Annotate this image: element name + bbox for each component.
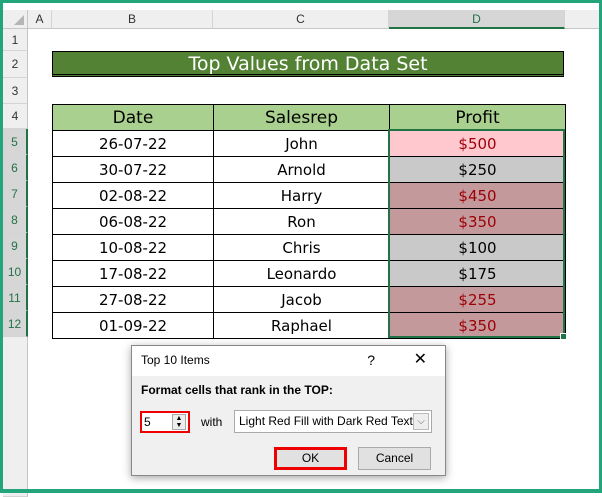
row-header-4[interactable]: 4 <box>3 104 28 129</box>
rank-label: Format cells that rank in the TOP: <box>141 383 333 397</box>
salesrep-cell[interactable]: Chris <box>213 234 390 261</box>
table-row: 06-08-22 Ron $350 <box>52 208 566 235</box>
ok-button[interactable]: OK <box>274 447 347 470</box>
header-salesrep[interactable]: Salesrep <box>213 104 390 131</box>
date-cell[interactable]: 10-08-22 <box>52 234 214 261</box>
profit-cell[interactable]: $350 <box>389 312 566 339</box>
column-header-d[interactable]: D <box>389 10 565 29</box>
dialog-titlebar: Top 10 Items ? ✕ <box>132 346 445 376</box>
spin-arrows-icon[interactable]: ▲ ▼ <box>172 414 186 430</box>
dialog-title: Top 10 Items <box>141 353 210 367</box>
row-header-9[interactable]: 9 <box>3 233 28 259</box>
chevron-down-icon[interactable]: ⌵ <box>413 413 429 430</box>
date-cell[interactable]: 27-08-22 <box>52 286 214 313</box>
row-header-6[interactable]: 6 <box>3 155 28 181</box>
header-profit[interactable]: Profit <box>389 104 566 131</box>
salesrep-cell[interactable]: Leonardo <box>213 260 390 287</box>
column-header-b[interactable]: B <box>52 10 213 29</box>
profit-cell[interactable]: $175 <box>389 260 566 287</box>
top-10-items-dialog: Top 10 Items ? ✕ Format cells that rank … <box>131 345 446 476</box>
salesrep-cell[interactable]: Arnold <box>213 156 390 183</box>
salesrep-cell[interactable]: Harry <box>213 182 390 209</box>
cancel-button[interactable]: Cancel <box>358 447 431 470</box>
profit-cell[interactable]: $100 <box>389 234 566 261</box>
profit-cell[interactable]: $450 <box>389 182 566 209</box>
table-row: 01-09-22 Raphael $350 <box>52 312 566 339</box>
profit-cell[interactable]: $255 <box>389 286 566 313</box>
salesrep-cell[interactable]: John <box>213 130 390 157</box>
rank-count-input[interactable] <box>142 413 172 431</box>
profit-cell[interactable]: $350 <box>389 208 566 235</box>
row-header-2[interactable]: 2 <box>3 51 28 78</box>
table-row: 27-08-22 Jacob $255 <box>52 286 566 313</box>
table-row: 02-08-22 Harry $450 <box>52 182 566 209</box>
profit-cell[interactable]: $250 <box>389 156 566 183</box>
date-cell[interactable]: 01-09-22 <box>52 312 214 339</box>
date-cell[interactable]: 17-08-22 <box>52 260 214 287</box>
row-header-10[interactable]: 10 <box>3 259 28 285</box>
with-label: with <box>201 415 223 429</box>
row-header-rest[interactable] <box>3 337 28 497</box>
row-header-7[interactable]: 7 <box>3 181 28 207</box>
row-header-1[interactable]: 1 <box>3 29 28 51</box>
row-header-5[interactable]: 5 <box>3 129 28 155</box>
sheet-title[interactable]: Top Values from Data Set <box>52 51 564 77</box>
rank-count-stepper[interactable]: ▲▼ <box>140 411 190 433</box>
table-row: 26-07-22 John $500 <box>52 130 566 157</box>
profit-cell[interactable]: $500 <box>389 130 566 157</box>
date-cell[interactable]: 02-08-22 <box>52 182 214 209</box>
salesrep-cell[interactable]: Jacob <box>213 286 390 313</box>
column-header-a[interactable]: A <box>28 10 52 29</box>
column-header-e[interactable] <box>565 10 602 29</box>
data-table: Date Salesrep Profit 26-07-22 John $500 30-… <box>52 104 566 339</box>
date-cell[interactable]: 26-07-22 <box>52 130 214 157</box>
column-header-c[interactable]: C <box>213 10 389 29</box>
table-row: 30-07-22 Arnold $250 <box>52 156 566 183</box>
close-icon[interactable]: ✕ <box>414 346 427 374</box>
row-header-11[interactable]: 11 <box>3 285 28 311</box>
format-select[interactable]: Light Red Fill with Dark Red Text ⌵ <box>234 410 432 433</box>
header-date[interactable]: Date <box>52 104 214 131</box>
date-cell[interactable]: 06-08-22 <box>52 208 214 235</box>
row-header-3[interactable]: 3 <box>3 78 28 104</box>
row-header-8[interactable]: 8 <box>3 207 28 233</box>
format-select-value: Light Red Fill with Dark Red Text <box>239 414 413 428</box>
table-row: 10-08-22 Chris $100 <box>52 234 566 261</box>
table-row: 17-08-22 Leonardo $175 <box>52 260 566 287</box>
salesrep-cell[interactable]: Raphael <box>213 312 390 339</box>
date-cell[interactable]: 30-07-22 <box>52 156 214 183</box>
select-all-button[interactable] <box>3 10 28 29</box>
help-button[interactable]: ? <box>367 346 375 374</box>
salesrep-cell[interactable]: Ron <box>213 208 390 235</box>
bottom-border <box>0 489 602 493</box>
row-header-12[interactable]: 12 <box>3 311 28 337</box>
